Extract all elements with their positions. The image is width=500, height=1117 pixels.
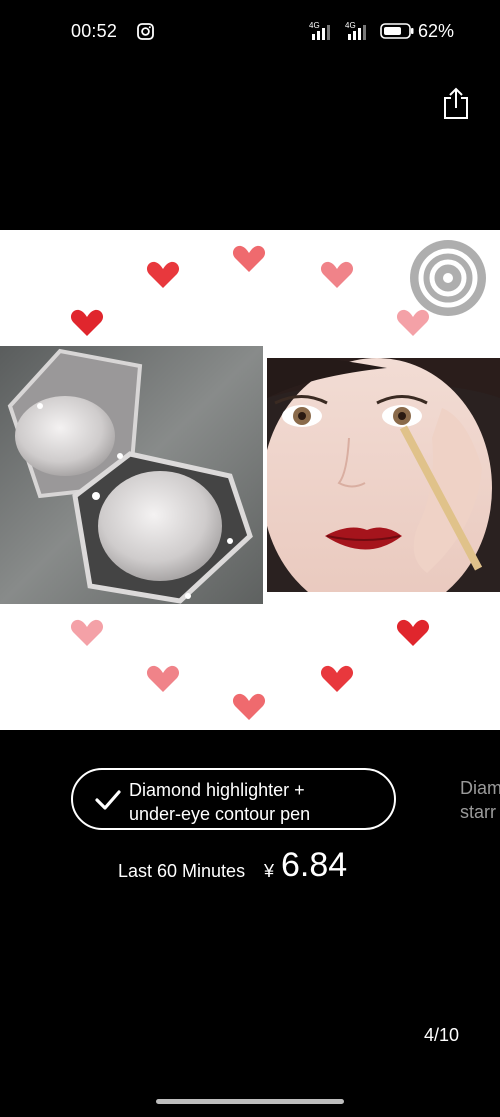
image-search-button[interactable] <box>410 240 486 316</box>
signal-4g-icon: 4G <box>345 21 366 40</box>
signal-label: 4G <box>309 21 320 30</box>
model-photo <box>267 358 500 592</box>
option-next[interactable]: Diam starr <box>460 776 500 824</box>
option-selected[interactable]: Diamond highlighter + under-eye contour … <box>71 768 396 830</box>
battery-percent: 62% <box>418 21 455 41</box>
heart-icon <box>70 309 104 336</box>
option-label: Diamond highlighter + under-eye contour … <box>129 780 311 824</box>
heart-icon <box>396 619 430 646</box>
price-currency: ¥ <box>264 861 275 881</box>
product-image[interactable] <box>0 230 500 730</box>
checkmark-icon <box>95 790 121 810</box>
heart-icon <box>232 693 266 720</box>
price-label: Last 60 Minutes <box>118 861 246 881</box>
heart-icon <box>146 665 180 692</box>
instagram-icon <box>137 23 154 40</box>
concentric-circles-icon <box>418 248 478 308</box>
signal-label: 4G <box>345 21 356 30</box>
heart-icon <box>320 261 354 288</box>
signal-4g-icon: 4G <box>309 21 330 40</box>
share-icon[interactable] <box>441 86 471 120</box>
heart-icon <box>146 261 180 288</box>
highlighter-photo <box>0 346 263 604</box>
price-value: 6.84 <box>281 846 348 884</box>
heart-icon <box>232 245 266 272</box>
home-indicator[interactable] <box>156 1099 344 1104</box>
status-bar: 00:52 4G 4G 62% <box>0 0 500 64</box>
price-row: Last 60 Minutes ¥ 6.84 <box>118 846 418 886</box>
heart-icon <box>320 665 354 692</box>
heart-icon <box>70 619 104 646</box>
page-indicator: 4/10 <box>424 1025 460 1045</box>
status-time: 00:52 <box>71 21 118 41</box>
battery-icon <box>380 23 414 39</box>
